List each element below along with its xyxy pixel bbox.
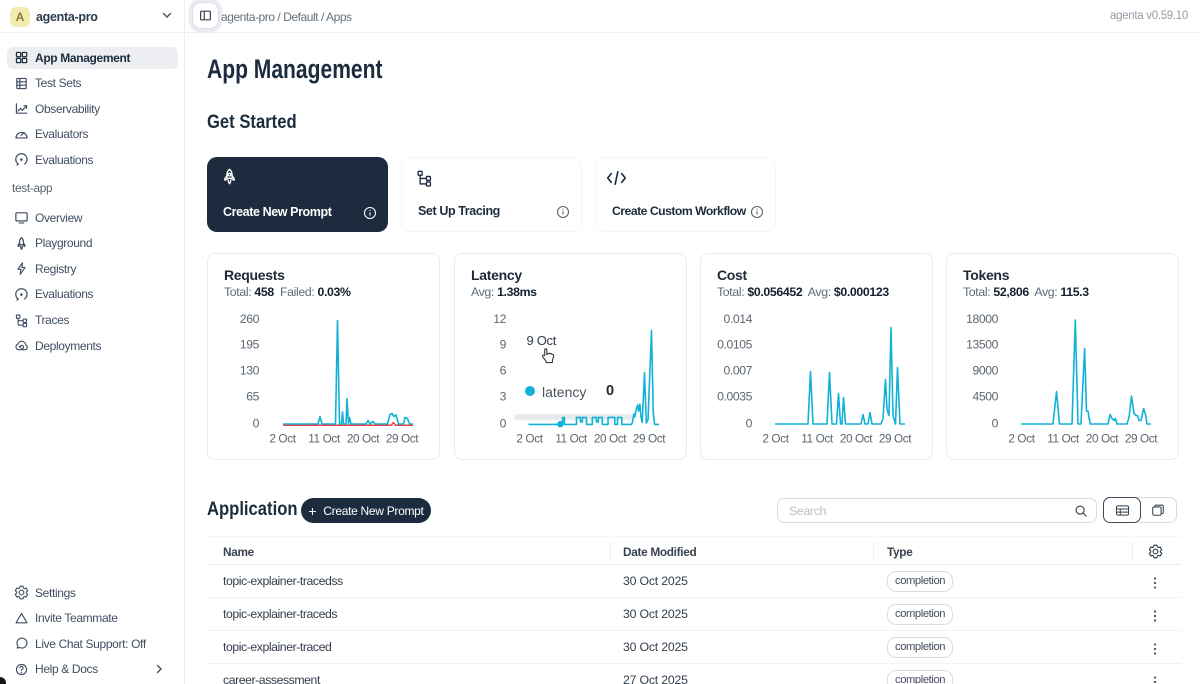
svg-text:9: 9 [500, 338, 507, 352]
svg-text:29 Oct: 29 Oct [386, 432, 419, 446]
svg-text:12: 12 [493, 312, 506, 326]
svg-text:0.0035: 0.0035 [717, 390, 752, 404]
svg-text:65: 65 [246, 390, 259, 404]
svg-text:20 Oct: 20 Oct [347, 432, 380, 446]
svg-text:11 Oct: 11 Oct [801, 432, 834, 446]
svg-text:0: 0 [746, 417, 753, 431]
svg-text:20 Oct: 20 Oct [1086, 432, 1119, 446]
svg-text:11 Oct: 11 Oct [308, 432, 341, 446]
svg-text:4500: 4500 [972, 390, 998, 404]
svg-text:20 Oct: 20 Oct [840, 432, 873, 446]
svg-text:29 Oct: 29 Oct [1125, 432, 1158, 446]
svg-text:0: 0 [500, 417, 507, 431]
svg-text:130: 130 [240, 364, 260, 378]
svg-text:11 Oct: 11 Oct [1047, 432, 1080, 446]
svg-text:2 Oct: 2 Oct [516, 432, 543, 446]
svg-text:9000: 9000 [972, 364, 998, 378]
svg-text:0: 0 [992, 417, 999, 431]
svg-text:29 Oct: 29 Oct [879, 432, 912, 446]
svg-text:18000: 18000 [966, 312, 999, 326]
svg-text:195: 195 [240, 338, 260, 352]
svg-text:0.014: 0.014 [724, 312, 753, 326]
svg-text:11 Oct: 11 Oct [555, 432, 588, 446]
svg-text:0.0105: 0.0105 [717, 338, 752, 352]
svg-text:2 Oct: 2 Oct [269, 432, 296, 446]
svg-text:0: 0 [253, 417, 260, 431]
svg-text:3: 3 [500, 390, 507, 404]
svg-text:2 Oct: 2 Oct [1008, 432, 1035, 446]
svg-text:0.007: 0.007 [724, 364, 753, 378]
svg-text:6: 6 [500, 364, 507, 378]
svg-text:2 Oct: 2 Oct [762, 432, 789, 446]
svg-text:20 Oct: 20 Oct [594, 432, 627, 446]
svg-text:13500: 13500 [966, 338, 999, 352]
svg-text:260: 260 [240, 312, 260, 326]
svg-text:29 Oct: 29 Oct [633, 432, 666, 446]
